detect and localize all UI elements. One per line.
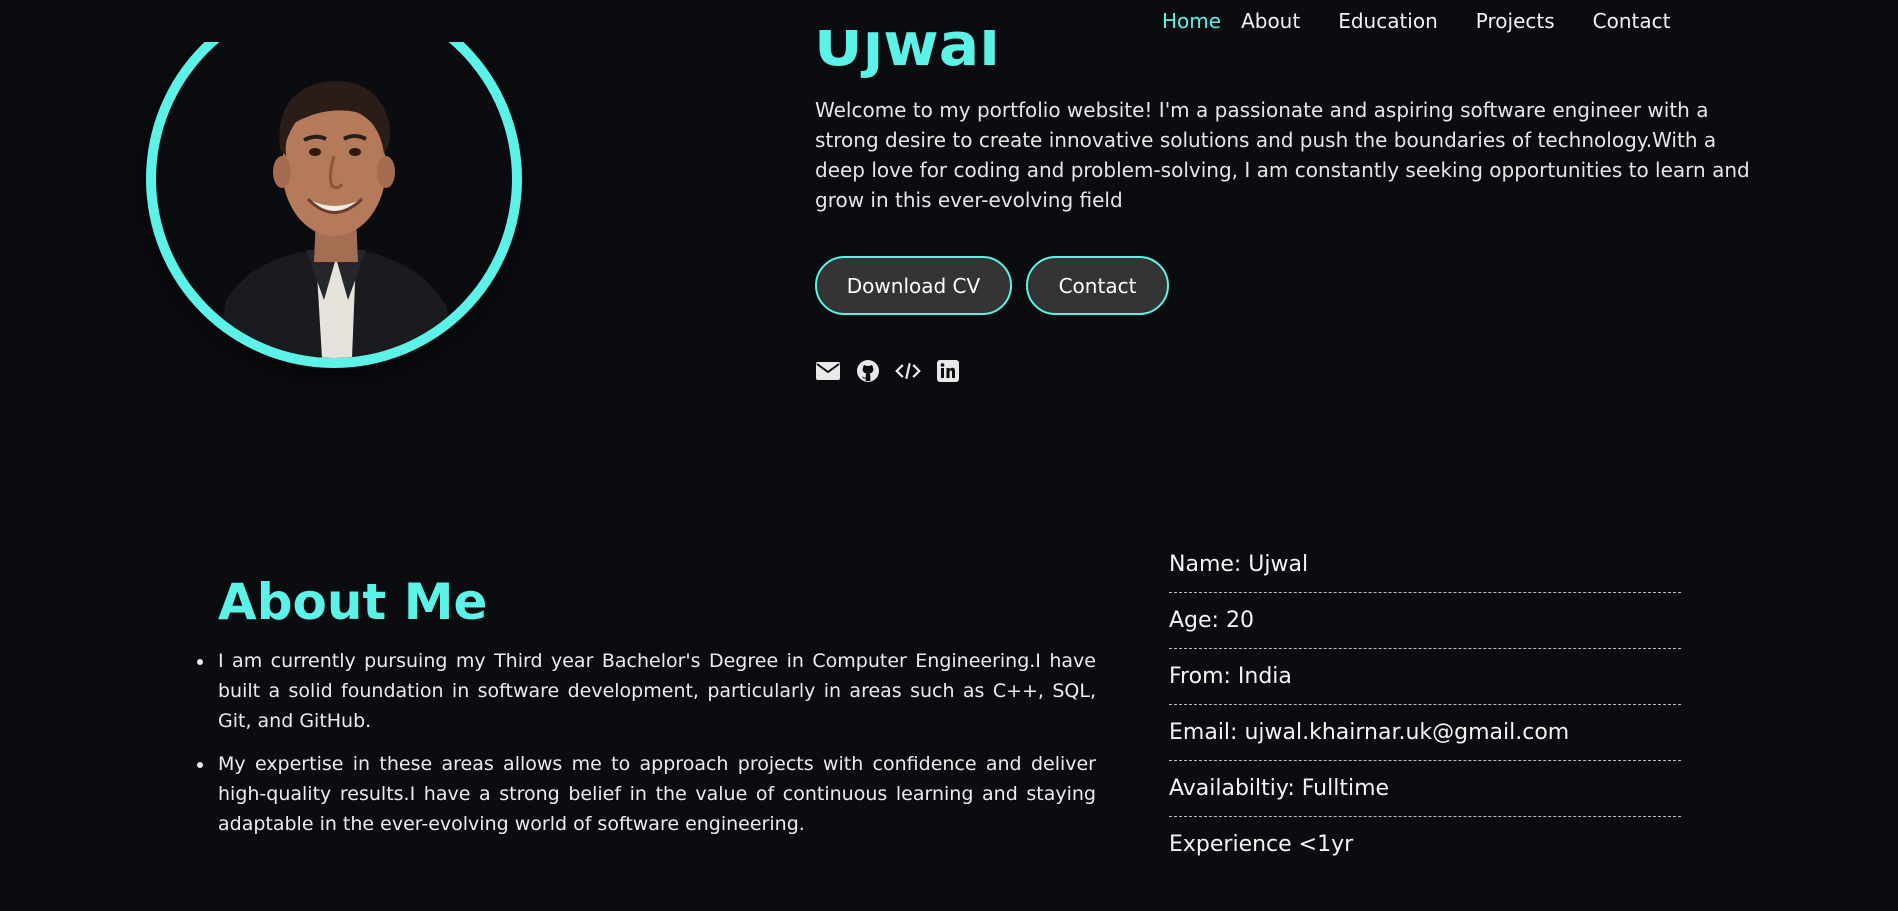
code-icon[interactable] <box>895 358 921 384</box>
personal-info: Name: Ujwal Age: 20 From: India Email: u… <box>1169 537 1681 873</box>
envelope-icon[interactable] <box>815 358 841 384</box>
profile-avatar <box>146 0 522 368</box>
info-name: Name: Ujwal <box>1169 537 1681 593</box>
info-email: Email: ujwal.khairnar.uk@gmail.com <box>1169 705 1681 761</box>
contact-button[interactable]: Contact <box>1026 256 1169 315</box>
about-point: My expertise in these areas allows me to… <box>197 749 1096 839</box>
social-links <box>815 358 975 384</box>
about-title: About Me <box>218 573 488 631</box>
nav-home[interactable]: Home <box>1162 8 1221 34</box>
info-experience: Experience <1yr <box>1169 832 1354 857</box>
github-icon[interactable] <box>855 358 881 384</box>
info-availability: Availabiltiy: Fulltime <box>1169 761 1681 817</box>
nav-contact[interactable]: Contact <box>1593 8 1671 34</box>
about-point: I am currently pursuing my Third year Ba… <box>197 646 1096 736</box>
profile-photo <box>216 81 456 358</box>
nav-projects[interactable]: Projects <box>1476 8 1555 34</box>
info-age: Age: 20 <box>1169 593 1681 649</box>
hero-intro: Welcome to my portfolio website! I'm a p… <box>815 98 1750 212</box>
info-from: From: India <box>1169 649 1681 705</box>
top-nav: Home About Education Projects Contact <box>1162 8 1670 34</box>
download-cv-button[interactable]: Download CV <box>815 256 1012 315</box>
nav-education[interactable]: Education <box>1338 8 1438 34</box>
portfolio-page: Home About Education Projects Contact Uj… <box>0 0 1898 911</box>
avatar-top-cutoff <box>150 0 518 42</box>
nav-about[interactable]: About <box>1241 8 1300 34</box>
linkedin-icon[interactable] <box>935 358 961 384</box>
hero-name: Ujwal <box>814 10 1000 80</box>
about-points: I am currently pursuing my Third year Ba… <box>197 646 1096 852</box>
